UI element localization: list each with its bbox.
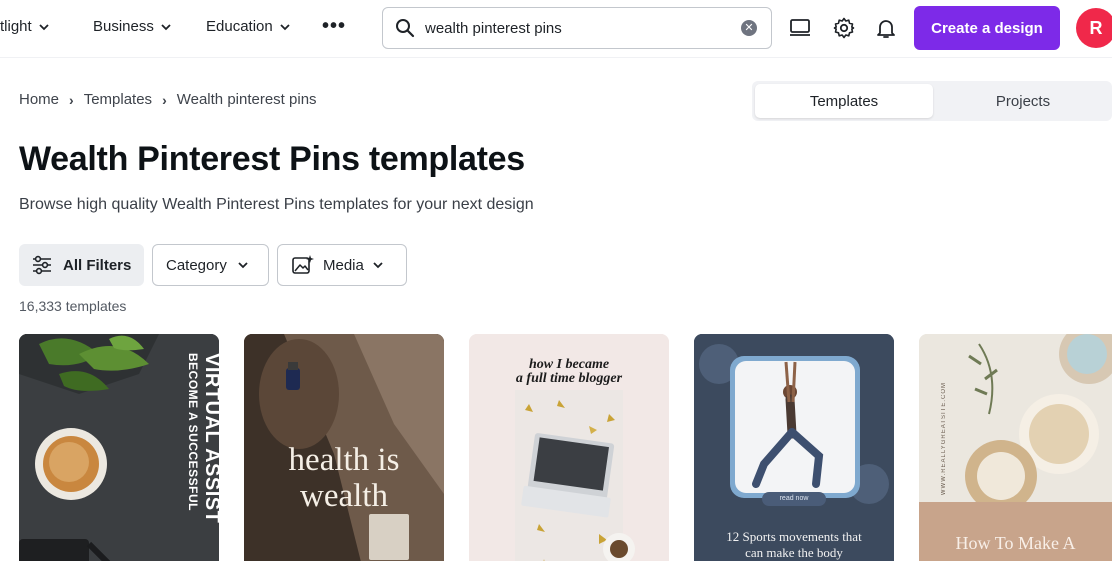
tab-projects[interactable]: Projects — [934, 81, 1112, 121]
chevron-down-icon — [373, 262, 383, 269]
category-dropdown[interactable]: Category — [152, 244, 269, 286]
avatar[interactable]: R — [1076, 8, 1112, 48]
breadcrumb-templates[interactable]: Templates — [84, 91, 152, 108]
search-icon — [396, 19, 415, 38]
template-thumbnail — [694, 334, 894, 561]
card-text: BECOME A SUCCESSFUL — [186, 353, 200, 511]
all-filters-button[interactable]: All Filters — [19, 244, 144, 286]
card-text-block: health is wealth — [244, 442, 444, 514]
template-card[interactable]: BECOME A SUCCESSFUL VIRTUAL ASSIST — [19, 334, 219, 561]
chevron-down-icon — [39, 23, 49, 30]
nav-item-label: Education — [206, 18, 273, 35]
chevron-down-icon — [161, 23, 171, 30]
breadcrumb: Home › Templates › Wealth pinterest pins — [19, 91, 317, 108]
nav-item-business[interactable]: Business — [93, 18, 172, 35]
card-text: wealth — [300, 478, 388, 514]
sliders-icon — [33, 255, 51, 275]
breadcrumb-separator: › — [69, 91, 74, 108]
view-toggle: Templates Projects — [752, 81, 1112, 121]
breadcrumb-current: Wealth pinterest pins — [176, 91, 317, 108]
chevron-down-icon — [280, 23, 290, 30]
media-dropdown[interactable]: Media — [277, 244, 407, 286]
image-sparkle-icon — [292, 255, 314, 274]
card-text: WWW.REALLYGREATSITE.COM — [941, 382, 947, 496]
media-label: Media — [323, 256, 364, 274]
nav-item-education[interactable]: Education — [206, 18, 291, 35]
top-navigation-bar: tlight Business Education ••• ✕ Create a… — [0, 0, 1112, 58]
more-menu-button[interactable]: ••• — [322, 16, 346, 36]
breadcrumb-home[interactable]: Home — [19, 91, 59, 108]
nav-item-spotlight[interactable]: tlight — [0, 18, 50, 35]
nav-item-label: Business — [93, 18, 154, 35]
tab-templates[interactable]: Templates — [755, 84, 933, 118]
page-subtitle: Browse high quality Wealth Pinterest Pin… — [19, 196, 534, 213]
read-now-button: read now — [762, 492, 826, 506]
page-title: Wealth Pinterest Pins templates — [19, 140, 525, 178]
template-card[interactable]: WWW.REALLYGREATSITE.COM How To Make A — [919, 334, 1112, 561]
card-text: a full time blogger — [515, 371, 623, 386]
all-filters-label: All Filters — [63, 256, 132, 274]
template-card[interactable]: health is wealth — [244, 334, 444, 561]
template-count: 16,333 templates — [19, 298, 127, 314]
card-text: How To Make A — [955, 533, 1076, 553]
clear-icon[interactable]: ✕ — [741, 20, 757, 36]
chevron-down-icon — [238, 262, 248, 269]
desktop-icon[interactable] — [788, 16, 812, 40]
card-text: 12 Sports movements that — [726, 529, 862, 544]
search-input[interactable] — [425, 19, 745, 37]
card-text: health is — [288, 442, 400, 478]
bell-icon[interactable] — [874, 16, 898, 40]
template-card[interactable]: read now 12 Sports movements that can ma… — [694, 334, 894, 561]
card-text-block: 12 Sports movements that can make the bo… — [694, 529, 894, 561]
card-text-block: how I became a full time blogger — [469, 358, 669, 386]
nav-item-label: tlight — [0, 18, 32, 35]
create-design-button[interactable]: Create a design — [914, 6, 1060, 50]
breadcrumb-separator: › — [162, 91, 167, 108]
card-text: can make the body — [745, 545, 843, 560]
card-text: VIRTUAL ASSIST — [201, 353, 219, 524]
card-text: how I became — [528, 357, 610, 372]
template-card[interactable]: how I became a full time blogger — [469, 334, 669, 561]
search-bar[interactable]: ✕ — [382, 7, 772, 49]
category-label: Category — [166, 256, 227, 274]
gear-icon[interactable] — [832, 16, 856, 40]
